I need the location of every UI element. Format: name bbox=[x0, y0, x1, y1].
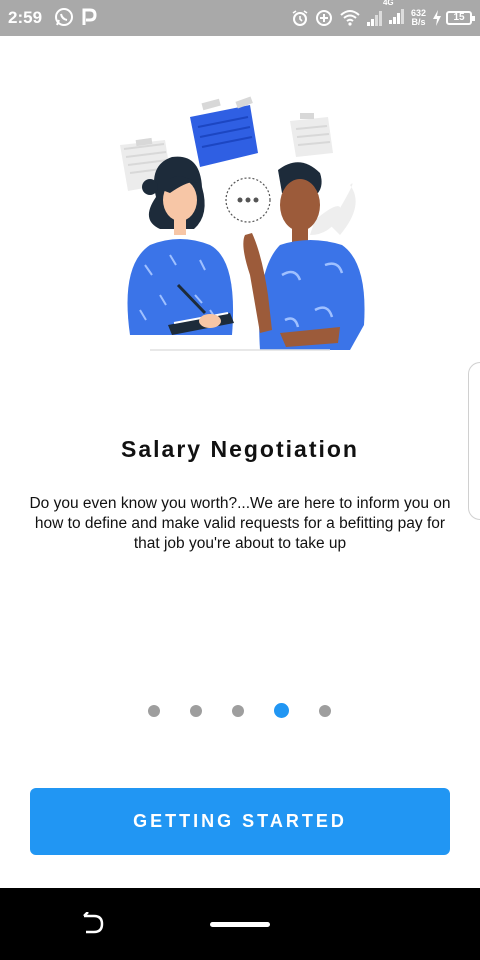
signal-icon-2 bbox=[388, 8, 404, 24]
woman-figure bbox=[127, 156, 234, 335]
status-time: 2:59 bbox=[8, 8, 43, 27]
getting-started-button[interactable]: GETTING STARTED bbox=[30, 788, 450, 855]
wifi-icon bbox=[340, 10, 360, 26]
p-app-icon bbox=[82, 8, 97, 25]
page-description: Do you even know you worth?...We are her… bbox=[29, 495, 451, 552]
page-indicator bbox=[0, 703, 480, 719]
page-dot-2[interactable] bbox=[190, 705, 202, 717]
network-type: 4G bbox=[382, 0, 394, 7]
page-dot-5[interactable] bbox=[319, 705, 331, 717]
page-dot-3[interactable] bbox=[232, 705, 244, 717]
status-bar: 2:59 4G 632 B/s 15 bbox=[0, 0, 480, 36]
status-icons: 4G 632 B/s 15 bbox=[285, 0, 475, 30]
network-type-group: 4G bbox=[383, 0, 405, 30]
data-saver-icon bbox=[315, 10, 332, 26]
system-nav-bar bbox=[0, 888, 480, 960]
home-pill-icon[interactable] bbox=[210, 922, 270, 927]
two-people-talking-illustration bbox=[120, 96, 365, 351]
signal-icon bbox=[366, 11, 382, 26]
whatsapp-icon bbox=[55, 8, 73, 26]
page-dot-1[interactable] bbox=[148, 705, 160, 717]
network-speed-unit: B/s bbox=[411, 17, 426, 27]
sticky-note-icon bbox=[190, 96, 258, 167]
page-dot-4-active[interactable] bbox=[274, 703, 289, 718]
back-gesture-icon[interactable] bbox=[80, 912, 106, 936]
network-speed: 632 B/s bbox=[411, 9, 426, 27]
battery-icon: 15 bbox=[446, 11, 475, 25]
page-title: Salary Negotiation bbox=[121, 436, 359, 462]
charging-icon bbox=[433, 10, 441, 26]
speech-bubble-icon bbox=[225, 177, 271, 223]
paper-right-icon bbox=[290, 113, 333, 157]
alarm-icon bbox=[292, 10, 308, 26]
